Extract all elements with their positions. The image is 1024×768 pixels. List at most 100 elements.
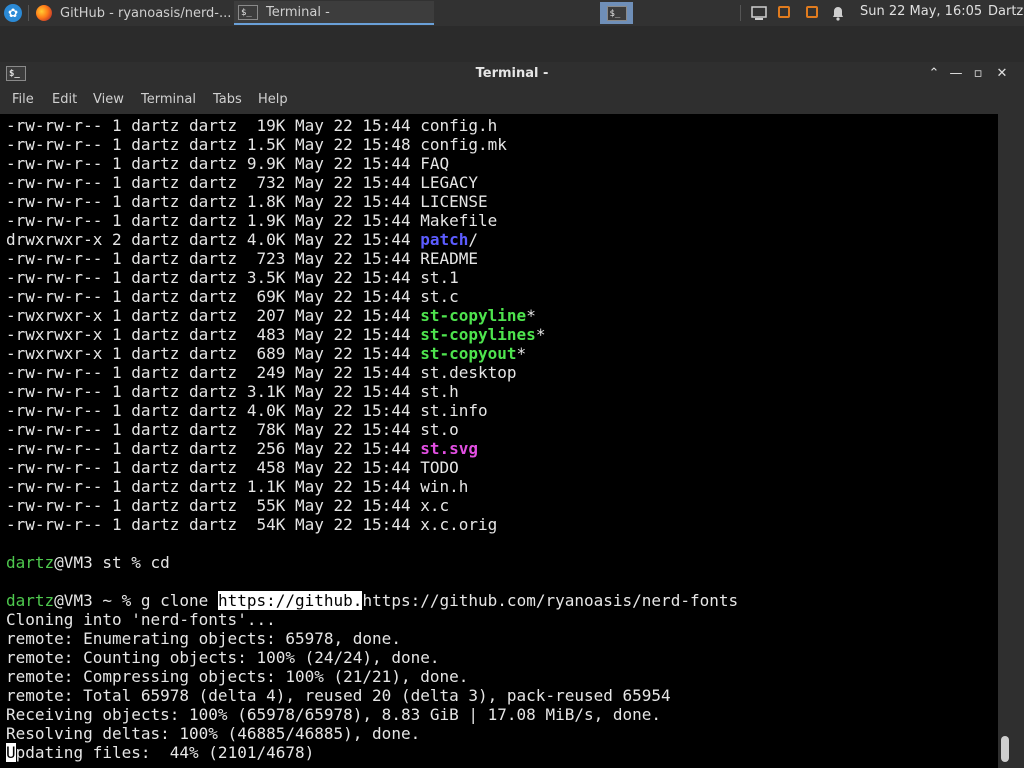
- prompt-user: dartz: [6, 591, 55, 610]
- ls-row: -rw-rw-r-- 1 dartz dartz 1.8K May 22 15:…: [6, 192, 738, 211]
- ls-row: -rw-rw-r-- 1 dartz dartz 4.0K May 22 15:…: [6, 401, 738, 420]
- ls-file-name: st.1: [420, 268, 459, 287]
- ls-row-meta: -rw-rw-r-- 1 dartz dartz 1.5K May 22 15:…: [6, 135, 421, 154]
- ls-row: -rw-rw-r-- 1 dartz dartz 3.5K May 22 15:…: [6, 268, 738, 287]
- ls-row: -rw-rw-r-- 1 dartz dartz 458 May 22 15:4…: [6, 458, 738, 477]
- ls-row: -rw-rw-r-- 1 dartz dartz 1.9K May 22 15:…: [6, 211, 738, 230]
- output-line: remote: Compressing objects: 100% (21/21…: [6, 667, 469, 686]
- text-cursor: U: [6, 743, 16, 762]
- ls-row: -rwxrwxr-x 1 dartz dartz 207 May 22 15:4…: [6, 306, 738, 325]
- ls-row: -rw-rw-r-- 1 dartz dartz 249 May 22 15:4…: [6, 363, 738, 382]
- user-menu[interactable]: Dartz: [988, 4, 1023, 19]
- ls-row-meta: -rw-rw-r-- 1 dartz dartz 69K May 22 15:4…: [6, 287, 421, 306]
- selected-text: https://github.: [217, 591, 363, 610]
- ls-row: -rw-rw-r-- 1 dartz dartz 3.1K May 22 15:…: [6, 382, 738, 401]
- bell-icon[interactable]: [830, 4, 846, 22]
- shade-button[interactable]: ⌃: [924, 64, 944, 84]
- ls-file-suffix: /: [468, 230, 479, 249]
- network-icon[interactable]: [750, 4, 768, 22]
- minimize-button[interactable]: —: [946, 64, 966, 84]
- ls-file-name: LICENSE: [420, 192, 488, 211]
- ls-row-meta: -rw-rw-r-- 1 dartz dartz 3.5K May 22 15:…: [6, 268, 421, 287]
- ls-row-meta: -rw-rw-r-- 1 dartz dartz 55K May 22 15:4…: [6, 496, 421, 515]
- panel-separator: [28, 5, 29, 21]
- menu-tabs[interactable]: Tabs: [213, 92, 242, 107]
- menu-view[interactable]: View: [93, 92, 124, 107]
- ls-file-name: Makefile: [420, 211, 498, 230]
- prompt-command: @VM3 st % cd: [54, 553, 170, 572]
- maximize-button[interactable]: ▫: [968, 64, 988, 84]
- ls-row-meta: -rw-rw-r-- 1 dartz dartz 9.9K May 22 15:…: [6, 154, 421, 173]
- ls-row: -rw-rw-r-- 1 dartz dartz 69K May 22 15:4…: [6, 287, 738, 306]
- taskbar-item-browser[interactable]: GitHub - ryanoasis/nerd-...: [36, 1, 232, 25]
- ls-file-name: st.h: [420, 382, 459, 401]
- terminal-output[interactable]: -rw-rw-r-- 1 dartz dartz 19K May 22 15:4…: [0, 114, 998, 768]
- ls-file-name: st.desktop: [420, 363, 517, 382]
- output-line: Receiving objects: 100% (65978/65978), 8…: [6, 705, 662, 724]
- output-line: remote: Enumerating objects: 65978, done…: [6, 629, 401, 648]
- menu-help[interactable]: Help: [258, 92, 288, 107]
- ls-row-meta: -rwxrwxr-x 1 dartz dartz 483 May 22 15:4…: [6, 325, 421, 344]
- ls-row: -rw-rw-r-- 1 dartz dartz 55K May 22 15:4…: [6, 496, 738, 515]
- output-line: remote: Total 65978 (delta 4), reused 20…: [6, 686, 671, 705]
- taskbar-item-terminal-label: Terminal -: [266, 4, 330, 20]
- terminal-icon: $_: [606, 5, 627, 21]
- ls-row-meta: -rw-rw-r-- 1 dartz dartz 1.1K May 22 15:…: [6, 477, 421, 496]
- ls-row-meta: -rw-rw-r-- 1 dartz dartz 249 May 22 15:4…: [6, 363, 421, 382]
- menu-file[interactable]: File: [12, 92, 34, 107]
- ls-row-meta: -rw-rw-r-- 1 dartz dartz 1.8K May 22 15:…: [6, 192, 421, 211]
- scrollbar[interactable]: [998, 114, 1024, 768]
- prompt-line: dartz@VM3 st % cd: [6, 553, 738, 572]
- ls-row-meta: -rw-rw-r-- 1 dartz dartz 256 May 22 15:4…: [6, 439, 421, 458]
- taskbar-item-terminal[interactable]: $_ Terminal -: [234, 1, 434, 25]
- ls-file-name: st.svg: [420, 439, 479, 458]
- ls-row: -rw-rw-r-- 1 dartz dartz 9.9K May 22 15:…: [6, 154, 738, 173]
- ls-file-name: config.mk: [420, 135, 507, 154]
- output-line: Resolving deltas: 100% (46885/46885), do…: [6, 724, 421, 743]
- menu-terminal[interactable]: Terminal: [141, 92, 196, 107]
- ls-row-meta: -rw-rw-r-- 1 dartz dartz 4.0K May 22 15:…: [6, 401, 421, 420]
- close-button[interactable]: ✕: [992, 64, 1012, 84]
- ls-row-meta: -rw-rw-r-- 1 dartz dartz 54K May 22 15:4…: [6, 515, 421, 534]
- ls-row: -rw-rw-r-- 1 dartz dartz 732 May 22 15:4…: [6, 173, 738, 192]
- ls-file-name: config.h: [420, 116, 498, 135]
- clipboard-icon[interactable]: [806, 6, 818, 18]
- scrollbar-thumb[interactable]: [1001, 736, 1009, 762]
- ls-file-name: win.h: [420, 477, 469, 496]
- ls-row-meta: -rw-rw-r-- 1 dartz dartz 458 May 22 15:4…: [6, 458, 421, 477]
- terminal-icon: $_: [238, 4, 258, 20]
- output-line: Cloning into 'nerd-fonts'...: [6, 610, 276, 629]
- ls-row: -rw-rw-r-- 1 dartz dartz 19K May 22 15:4…: [6, 116, 738, 135]
- prompt-user: dartz: [6, 553, 55, 572]
- ls-row: -rwxrwxr-x 1 dartz dartz 483 May 22 15:4…: [6, 325, 738, 344]
- notes-icon[interactable]: [778, 6, 790, 18]
- ls-file-name: x.c: [420, 496, 450, 515]
- ls-row: drwxrwxr-x 2 dartz dartz 4.0K May 22 15:…: [6, 230, 738, 249]
- ls-row: -rw-rw-r-- 1 dartz dartz 1.1K May 22 15:…: [6, 477, 738, 496]
- ls-file-name: FAQ: [420, 154, 450, 173]
- prompt-line: dartz@VM3 ~ % g clone https://github.htt…: [6, 591, 738, 610]
- workspace-pager[interactable]: $_: [600, 2, 633, 24]
- ls-file-suffix: *: [535, 325, 546, 344]
- menu-bar: File Edit View Terminal Tabs Help: [0, 86, 1024, 114]
- app-menu-icon[interactable]: ✿: [4, 4, 22, 22]
- ls-row: -rw-rw-r-- 1 dartz dartz 78K May 22 15:4…: [6, 420, 738, 439]
- ls-row-meta: drwxrwxr-x 2 dartz dartz 4.0K May 22 15:…: [6, 230, 421, 249]
- ls-file-name: st.c: [420, 287, 459, 306]
- clock[interactable]: Sun 22 May, 16:05: [860, 4, 982, 19]
- ls-file-name: st-copylines: [420, 325, 536, 344]
- menu-edit[interactable]: Edit: [52, 92, 77, 107]
- title-bar[interactable]: $_ Terminal - ⌃ — ▫ ✕: [0, 62, 1024, 86]
- ls-file-suffix: *: [516, 344, 527, 363]
- ls-row: -rw-rw-r-- 1 dartz dartz 723 May 22 15:4…: [6, 249, 738, 268]
- ls-file-name: st-copyline: [420, 306, 527, 325]
- ls-row-meta: -rw-rw-r-- 1 dartz dartz 19K May 22 15:4…: [6, 116, 421, 135]
- ls-file-name: README: [420, 249, 479, 268]
- ls-file-name: LEGACY: [420, 173, 479, 192]
- ls-file-name: x.c.orig: [420, 515, 498, 534]
- terminal-window: $_ Terminal - ⌃ — ▫ ✕ File Edit View Ter…: [0, 62, 1024, 768]
- output-line: Updating files: 44% (2101/4678): [6, 743, 738, 762]
- panel-separator: [740, 5, 741, 21]
